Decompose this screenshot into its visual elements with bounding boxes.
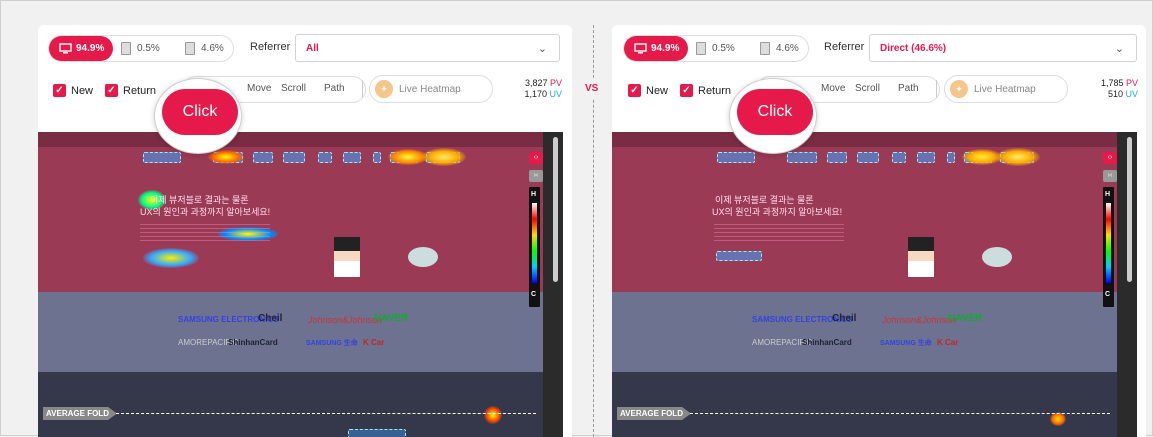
bulb-icon: ✦	[375, 80, 393, 98]
click-hotspot	[484, 406, 502, 424]
check-icon: ✓	[680, 84, 693, 97]
mobile-icon	[185, 42, 195, 55]
live-heatmap-button[interactable]: ✦ Live Heatmap	[369, 75, 493, 103]
device-tablet-button[interactable]: 0.5%	[121, 42, 160, 55]
cta-hotspot	[716, 251, 762, 261]
nav-hotspot	[717, 152, 755, 163]
device-desktop-button[interactable]: 94.9%	[624, 36, 688, 61]
click-hotspot	[143, 248, 199, 268]
heatmap-view[interactable]: 이제 뷰저블로 결과는 물론 UX의 원인과 과정까지 알아보세요! SAMSU…	[612, 132, 1137, 437]
nav-hotspot	[373, 152, 381, 163]
referrer-label: Referrer	[824, 41, 865, 53]
nav-hotspot	[857, 152, 879, 163]
filter-new-checkbox[interactable]: ✓ New	[53, 84, 93, 97]
mode-scroll-tab[interactable]: Scroll	[855, 83, 880, 94]
live-heatmap-button[interactable]: ✦ Live Heatmap	[944, 75, 1068, 103]
expand-icon[interactable]: ‹›	[529, 152, 543, 164]
check-icon: ✓	[628, 84, 641, 97]
collapse-icon[interactable]: ›‹	[1103, 170, 1117, 182]
mode-path-tab[interactable]: Path	[324, 83, 345, 94]
device-tablet-button[interactable]: 0.5%	[696, 42, 735, 55]
device-selector: 94.9% 0.5% 4.6%	[623, 35, 809, 62]
tablet-icon	[121, 42, 131, 55]
mode-path-tab[interactable]: Path	[898, 83, 919, 94]
expand-icon[interactable]: ‹›	[1103, 152, 1117, 164]
heatmap-view[interactable]: 이제 뷰저블로 결과는 물론 UX의 원인과 과정까지 알아보세요! SAMSU…	[38, 132, 563, 437]
desktop-icon	[634, 43, 647, 54]
vs-label: VS	[585, 83, 599, 94]
nav-hotspot	[917, 152, 935, 163]
heat-scale: HC	[1103, 187, 1114, 307]
tablet-icon	[696, 42, 706, 55]
nav-hotspot	[827, 152, 847, 163]
referrer-label: Referrer	[250, 41, 291, 53]
referrer-select[interactable]: Direct (46.6%) ⌄	[869, 34, 1137, 62]
nav-hotspot	[787, 152, 817, 163]
mode-click-tab[interactable]: Click	[162, 89, 238, 135]
mode-click-tab[interactable]: Click	[737, 89, 813, 135]
nav-hotspot	[143, 152, 181, 163]
scrollbar[interactable]	[1127, 137, 1132, 282]
collapse-icon[interactable]: ›‹	[529, 170, 543, 182]
check-icon: ✓	[105, 84, 118, 97]
mode-move-tab[interactable]: Move	[821, 83, 845, 94]
device-selector: 94.9% 0.5% 4.6%	[48, 35, 234, 62]
filter-return-checkbox[interactable]: ✓ Return	[680, 84, 731, 97]
chevron-down-icon: ⌄	[1114, 43, 1124, 55]
click-hotspot	[208, 150, 244, 164]
comparison-stage: VS 94.9% 0.5% 4.6% Referrer All ⌄ ✓ New ✓ R…	[0, 0, 1153, 437]
device-mobile-button[interactable]: 4.6%	[760, 42, 799, 55]
filter-new-checkbox[interactable]: ✓ New	[628, 84, 668, 97]
click-hotspot	[422, 148, 466, 166]
nav-hotspot	[343, 152, 361, 163]
average-fold-marker: AVERAGE FOLD	[617, 407, 691, 420]
heat-scale: HC	[529, 187, 540, 307]
average-fold-marker: AVERAGE FOLD	[43, 407, 117, 420]
scrollbar[interactable]	[553, 137, 558, 282]
click-hotspot	[1050, 412, 1066, 426]
check-icon: ✓	[53, 84, 66, 97]
nav-hotspot	[318, 152, 332, 163]
pv-uv-stats: 3,827 PV 1,170 UV	[524, 78, 562, 99]
mobile-icon	[760, 42, 770, 55]
mode-move-tab[interactable]: Move	[247, 83, 271, 94]
click-hotspot	[996, 148, 1040, 166]
nav-hotspot	[947, 152, 955, 163]
pv-uv-stats: 1,785 PV 510 UV	[1100, 78, 1138, 99]
filter-return-checkbox[interactable]: ✓ Return	[105, 84, 156, 97]
heatmap-panel-left: 94.9% 0.5% 4.6% Referrer All ⌄ ✓ New ✓ Retu…	[38, 25, 572, 437]
desktop-icon	[59, 43, 72, 54]
bulb-icon: ✦	[950, 80, 968, 98]
nav-hotspot	[892, 152, 906, 163]
heatmap-panel-right: 94.9% 0.5% 4.6% Referrer Direct (46.6%) ⌄…	[612, 25, 1146, 437]
chevron-down-icon: ⌄	[537, 43, 547, 55]
device-mobile-button[interactable]: 4.6%	[185, 42, 224, 55]
nav-hotspot	[253, 152, 273, 163]
device-desktop-button[interactable]: 94.9%	[49, 36, 113, 61]
nav-hotspot	[283, 152, 305, 163]
mode-scroll-tab[interactable]: Scroll	[281, 83, 306, 94]
referrer-select[interactable]: All ⌄	[295, 34, 560, 62]
